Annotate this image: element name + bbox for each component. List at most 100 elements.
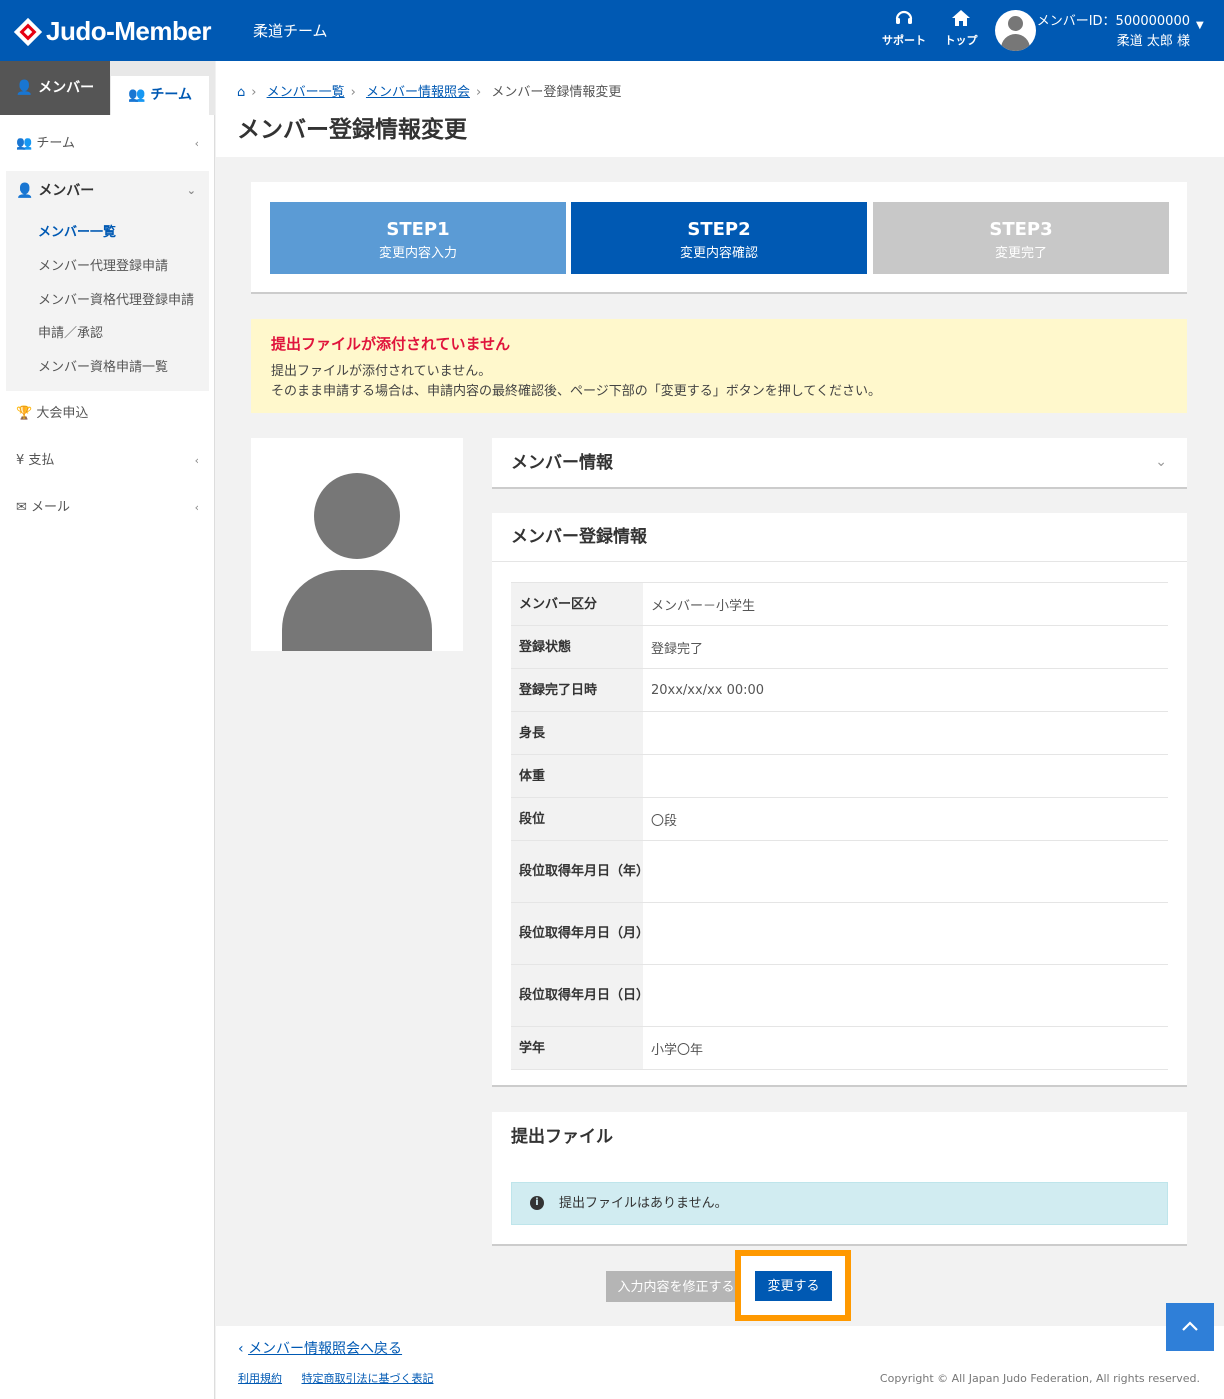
footer: ‹ メンバー情報照会へ戻る 利用規約 特定商取引法に基づく表記 Copyrigh…: [216, 1326, 1224, 1399]
sidebar-item-payment[interactable]: ¥ 支払 ‹: [0, 441, 215, 481]
team-name: 柔道チーム: [253, 22, 328, 40]
row-key: 登録完了日時: [511, 668, 643, 712]
row-value: メンバー－小学生: [643, 582, 1168, 626]
tab-team[interactable]: 👥 チーム: [111, 76, 209, 115]
user-menu[interactable]: メンバーID：500000000 柔道 太郎 様: [1037, 12, 1190, 52]
sidebar-item-mail[interactable]: ✉ メール ‹: [0, 488, 215, 528]
sidebar-subitem-member-list[interactable]: メンバー一覧: [38, 221, 116, 240]
sidebar-item-tournament[interactable]: 🏆 大会申込: [0, 394, 215, 434]
step-title: STEP1: [386, 219, 450, 240]
member-photo-placeholder: [251, 438, 463, 651]
sidebar-group-member: 👤 メンバー ⌄ メンバー一覧 メンバー代理登録申請 メンバー資格代理登録申請 …: [6, 171, 209, 391]
registration-title: メンバー登録情報: [492, 513, 1187, 562]
breadcrumb-member-info[interactable]: メンバー情報照会: [366, 85, 470, 100]
registration-panel: メンバー登録情報 メンバー区分 メンバー－小学生 登録状態 登録完了 登録完了日時 2…: [492, 513, 1187, 1087]
sidebar-item-label: チーム: [36, 136, 75, 151]
sidebar: 👤 メンバー 👥 チーム 👥 チーム ‹ 👤 メンバー ⌄ メンバー一覧 メンバ…: [0, 61, 215, 1399]
support-link[interactable]: サポート: [879, 8, 929, 48]
users-icon: 👥: [128, 87, 146, 103]
row-key: メンバー区分: [511, 582, 643, 626]
app-header: Judo-Member 柔道チーム サポート トップ メンバーID：500000…: [0, 0, 1224, 61]
table-row: 段位取得年月日（日）: [511, 964, 1168, 1027]
sidebar-subitem-proxy-registration[interactable]: メンバー代理登録申請: [38, 255, 168, 274]
edit-input-button[interactable]: 入力内容を修正する: [606, 1271, 746, 1302]
no-files-notice: i 提出ファイルはありません。: [511, 1182, 1168, 1225]
member-id: メンバーID：500000000: [1036, 14, 1190, 29]
step-subtitle: 変更完了: [994, 246, 1047, 261]
yen-icon: ¥: [16, 453, 25, 468]
copyright: Copyright © All Japan Judo Federation, A…: [879, 1372, 1200, 1385]
row-key: 身長: [511, 711, 643, 755]
warning-alert: 提出ファイルが添付されていません 提出ファイルが添付されていません。 そのまま申…: [251, 319, 1187, 413]
user-icon: 👤: [15, 80, 34, 96]
home-icon: [936, 8, 986, 32]
member-info-panel[interactable]: メンバー情報 ⌄: [492, 438, 1187, 489]
trophy-icon: 🏆: [16, 406, 33, 421]
scroll-to-top-button[interactable]: [1166, 1303, 1214, 1351]
envelope-icon: ✉: [16, 500, 27, 515]
chevron-left-icon: ‹: [194, 501, 199, 514]
sidebar-item-label: 支払: [28, 453, 55, 468]
sidebar-item-label: 大会申込: [36, 406, 89, 421]
row-value: 登録完了: [643, 625, 1168, 669]
logo[interactable]: Judo-Member: [13, 16, 211, 47]
step-title: STEP2: [687, 219, 751, 240]
row-key: 学年: [511, 1026, 643, 1070]
row-value: 20xx/xx/xx 00:00: [643, 668, 1168, 712]
chevron-up-icon: [1182, 1321, 1198, 1331]
sidebar-item-team[interactable]: 👥 チーム ‹: [0, 124, 215, 164]
table-row: 段位 〇段: [511, 797, 1168, 841]
sidebar-subitem-qualification-list[interactable]: メンバー資格申請一覧: [38, 356, 168, 375]
logo-text: Judo-Member: [46, 16, 211, 46]
files-title: 提出ファイル: [511, 1127, 613, 1147]
sidebar-item-member[interactable]: 👤 メンバー ⌄: [16, 171, 206, 211]
submit-change-button[interactable]: 変更する: [755, 1271, 832, 1301]
commerce-law-link[interactable]: 特定商取引法に基づく表記: [302, 1372, 434, 1385]
sidebar-subitem-approval[interactable]: 申請／承認: [38, 322, 103, 341]
sidebar-tabs: 👤 メンバー 👥 チーム: [0, 61, 215, 115]
row-key: 段位: [511, 797, 643, 841]
breadcrumb: ⌂ › メンバー一覧 › メンバー情報照会 › メンバー登録情報変更: [237, 85, 622, 100]
terms-link[interactable]: 利用規約: [238, 1372, 282, 1385]
sidebar-subitem-qualification-proxy[interactable]: メンバー資格代理登録申請: [38, 289, 194, 308]
user-icon: 👤: [16, 183, 34, 199]
home-icon[interactable]: ⌂: [237, 85, 245, 100]
table-row: 身長: [511, 711, 1168, 755]
row-value: [643, 840, 1168, 903]
row-value: [643, 711, 1168, 755]
row-key: 段位取得年月日（月）: [511, 902, 649, 965]
breadcrumb-member-list[interactable]: メンバー一覧: [267, 85, 345, 100]
caret-down-icon[interactable]: ▼: [1196, 20, 1204, 31]
chevron-left-icon: ‹: [194, 454, 199, 467]
table-row: 登録完了日時 20xx/xx/xx 00:00: [511, 668, 1168, 712]
step-subtitle: 変更内容入力: [378, 246, 457, 261]
no-files-text: 提出ファイルはありません。: [559, 1196, 728, 1211]
logo-mark-icon: [13, 17, 43, 46]
step-1: STEP1 変更内容入力: [270, 202, 566, 274]
alert-title: 提出ファイルが添付されていません: [271, 335, 511, 353]
tab-member[interactable]: 👤 メンバー: [0, 61, 110, 115]
sidebar-item-label: メンバー: [38, 183, 95, 199]
top-link[interactable]: トップ: [936, 8, 986, 48]
support-label: サポート: [882, 34, 926, 47]
row-value: [643, 754, 1168, 798]
table-row: 学年 小学〇年: [511, 1026, 1168, 1070]
step-indicator: STEP1 変更内容入力 STEP2 変更内容確認 STEP3 変更完了: [251, 182, 1187, 294]
tab-team-label: チーム: [150, 87, 192, 103]
step-subtitle: 変更内容確認: [679, 246, 758, 261]
user-name: 柔道 太郎 様: [1116, 34, 1190, 49]
alert-line-1: 提出ファイルが添付されていません。: [271, 364, 492, 379]
step-title: STEP3: [989, 219, 1053, 240]
back-link-label: メンバー情報照会へ戻る: [248, 1341, 403, 1357]
table-row: メンバー区分 メンバー－小学生: [511, 582, 1168, 626]
users-icon: 👥: [16, 136, 33, 151]
info-icon: i: [530, 1196, 544, 1210]
back-to-member-info-link[interactable]: ‹ メンバー情報照会へ戻る: [238, 1338, 402, 1358]
page-title: メンバー登録情報変更: [237, 117, 467, 143]
alert-line-2: そのまま申請する場合は、申請内容の最終確認後、ページ下部の「変更する」ボタンを押…: [271, 384, 881, 399]
table-row: 登録状態 登録完了: [511, 625, 1168, 669]
user-avatar[interactable]: [995, 10, 1036, 51]
chevron-down-icon[interactable]: ⌄: [1155, 454, 1167, 470]
row-value: 〇段: [643, 797, 1168, 841]
row-value: 小学〇年: [643, 1026, 1168, 1070]
